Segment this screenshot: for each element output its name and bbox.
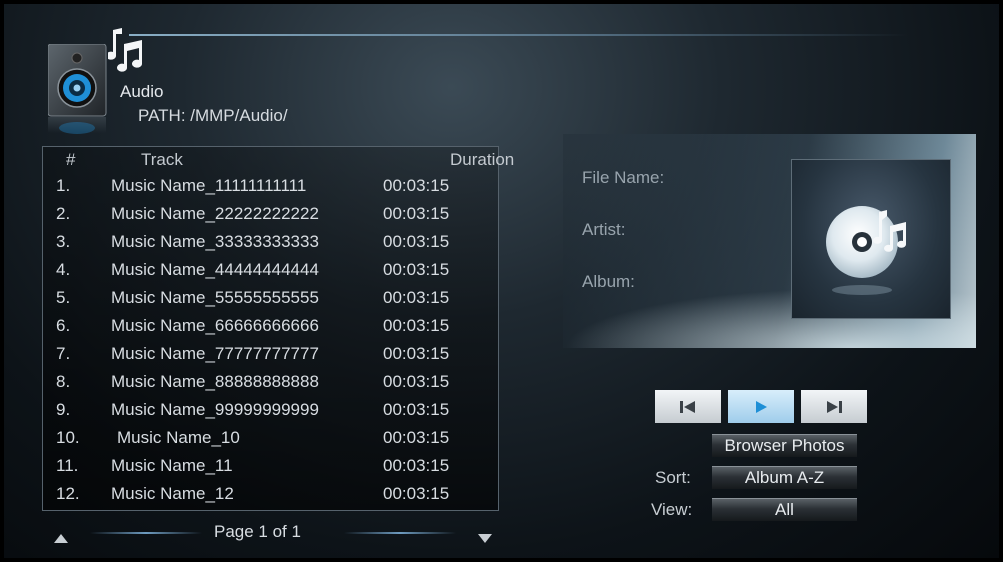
track-name: Music Name_11111111111 (111, 176, 307, 195)
sort-label: Sort: (655, 468, 691, 487)
track-name: Music Name_33333333333 (111, 232, 319, 251)
track-number: 9. (56, 400, 71, 419)
track-duration: 00:03:15 (383, 344, 450, 363)
track-duration: 00:03:15 (383, 372, 450, 391)
pagination-label: Page 1 of 1 (214, 522, 301, 541)
page-up-arrow-icon[interactable] (54, 534, 68, 543)
track-number: 6. (56, 316, 71, 335)
track-row[interactable]: 11. Music Name_11 00:03:15 (4, 456, 499, 484)
track-duration: 00:03:15 (383, 316, 450, 335)
track-row[interactable]: 2. Music Name_22222222222 00:03:15 (4, 204, 499, 232)
play-icon (756, 400, 767, 413)
speaker-icon (48, 44, 107, 134)
track-row[interactable]: 12. Music Name_12 00:03:15 (4, 484, 499, 512)
track-number: 5. (56, 288, 71, 307)
track-name: Music Name_66666666666 (111, 316, 319, 335)
page-down-arrow-icon[interactable] (478, 534, 492, 543)
track-duration: 00:03:15 (383, 400, 450, 419)
track-duration: 00:03:15 (383, 428, 450, 447)
track-duration: 00:03:15 (383, 484, 450, 503)
column-header-duration: Duration (450, 150, 515, 169)
file-name-label: File Name: (582, 168, 665, 187)
browser-photos-button[interactable]: Browser Photos (712, 434, 857, 457)
track-number: 12. (56, 484, 80, 503)
track-name: Music Name_88888888888 (111, 372, 319, 391)
artist-label: Artist: (582, 220, 626, 239)
view-select[interactable]: All (712, 498, 857, 521)
track-number: 10. (56, 428, 80, 447)
skip-next-icon (827, 400, 842, 413)
track-name: Music Name_44444444444 (111, 260, 319, 279)
path-label: PATH: /MMP/Audio/ (138, 106, 288, 125)
pagination-divider-right (344, 532, 456, 534)
track-name: Music Name_55555555555 (111, 288, 319, 307)
play-button[interactable] (728, 390, 794, 423)
track-row[interactable]: 7. Music Name_77777777777 00:03:15 (4, 344, 499, 372)
track-number: 8. (56, 372, 71, 391)
track-duration: 00:03:15 (383, 176, 450, 195)
track-number: 2. (56, 204, 71, 223)
next-track-button[interactable] (801, 390, 867, 423)
track-row[interactable]: 3. Music Name_33333333333 00:03:15 (4, 232, 499, 260)
track-name: Music Name_10 (117, 428, 240, 447)
track-duration: 00:03:15 (383, 232, 450, 251)
track-number: 1. (56, 176, 71, 195)
view-label: View: (651, 500, 693, 519)
previous-track-button[interactable] (655, 390, 721, 423)
media-player-screen: Audio PATH: /MMP/Audio/ # Track Duration… (4, 4, 999, 558)
track-name: Music Name_77777777777 (111, 344, 319, 363)
track-row[interactable]: 6. Music Name_66666666666 00:03:15 (4, 316, 499, 344)
track-row[interactable]: 10. Music Name_10 00:03:15 (4, 428, 499, 456)
track-duration: 00:03:15 (383, 204, 450, 223)
album-art (791, 159, 951, 319)
pagination-divider-left (90, 532, 202, 534)
sort-select[interactable]: Album A-Z (712, 466, 857, 489)
cd-disc-icon (826, 206, 907, 295)
skip-previous-icon (680, 400, 695, 413)
track-number: 11. (56, 456, 79, 475)
track-duration: 00:03:15 (383, 456, 450, 475)
track-number: 7. (56, 344, 71, 363)
track-row[interactable]: 9. Music Name_99999999999 00:03:15 (4, 400, 499, 428)
track-row[interactable]: 1. Music Name_11111111111 00:03:15 (4, 176, 499, 204)
music-note-icon (108, 28, 142, 72)
track-name: Music Name_99999999999 (111, 400, 319, 419)
track-duration: 00:03:15 (383, 260, 450, 279)
album-label: Album: (582, 272, 635, 291)
column-header-number: # (66, 150, 76, 169)
header-divider (129, 34, 909, 36)
track-row[interactable]: 5. Music Name_55555555555 00:03:15 (4, 288, 499, 316)
track-number: 4. (56, 260, 71, 279)
track-name: Music Name_12 (111, 484, 234, 503)
page-title: Audio (120, 82, 164, 101)
track-row[interactable]: 4. Music Name_44444444444 00:03:15 (4, 260, 499, 288)
track-number: 3. (56, 232, 71, 251)
column-header-track: Track (141, 150, 183, 169)
track-name: Music Name_11 (111, 456, 233, 475)
track-name: Music Name_22222222222 (111, 204, 319, 223)
track-row[interactable]: 8. Music Name_88888888888 00:03:15 (4, 372, 499, 400)
track-duration: 00:03:15 (383, 288, 450, 307)
